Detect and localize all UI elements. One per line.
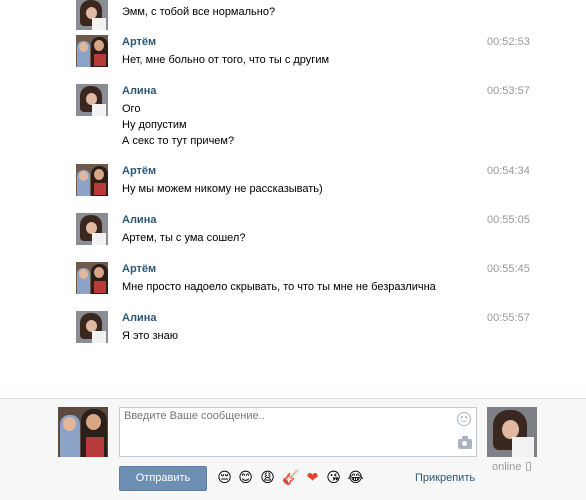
- emoji-weary-icon[interactable]: 😩: [259, 470, 276, 487]
- message-text: Я это знаю: [122, 328, 178, 344]
- message-text: Мне просто надоело скрывать, то что ты м…: [122, 279, 436, 295]
- avatar[interactable]: [76, 84, 108, 116]
- message-line: Ого: [122, 103, 141, 115]
- message-text: Артем, ты с ума сошел?: [122, 230, 245, 246]
- avatar[interactable]: [76, 213, 108, 245]
- message-line: Эмм, с тобой все нормально?: [122, 6, 276, 18]
- smile-icon[interactable]: [457, 412, 471, 426]
- emoji-kiss-icon[interactable]: 😘: [325, 470, 342, 487]
- message-input[interactable]: [120, 408, 458, 456]
- avatar[interactable]: [76, 311, 108, 343]
- message-author[interactable]: Артём: [122, 262, 156, 276]
- message-author[interactable]: Алина: [122, 213, 156, 227]
- mobile-icon: [526, 462, 531, 471]
- emoji-pensive-icon[interactable]: 😔: [216, 470, 233, 487]
- compose-panel: online Отправить 😔 😊 😩 🎸 ❤ 😘 😂 Прикрепит…: [0, 398, 586, 500]
- message-text: Ого Ну допустим А секс то тут причем?: [122, 101, 234, 149]
- chat-history: Эмм, с тобой все нормально? Артём 00:52:…: [0, 0, 586, 398]
- message-line: Мне просто надоело скрывать, то что ты м…: [122, 281, 436, 293]
- message-line: А секс то тут причем?: [122, 135, 235, 147]
- camera-icon[interactable]: [458, 436, 472, 449]
- message-line: Я это знаю: [122, 330, 178, 342]
- message-input-box: [119, 407, 477, 457]
- send-button[interactable]: Отправить: [119, 466, 207, 491]
- message-time[interactable]: 00:55:05: [487, 213, 530, 227]
- self-avatar[interactable]: [58, 407, 108, 457]
- online-status: online: [492, 461, 522, 473]
- message-time[interactable]: 00:54:34: [487, 164, 530, 178]
- avatar[interactable]: [76, 0, 108, 30]
- message-text: Ну мы можем никому не рассказывать): [122, 181, 323, 197]
- message-line: Ну допустим: [122, 119, 187, 131]
- message-line: Нет, мне больно от того, что ты с другим: [122, 54, 330, 66]
- emoji-joy-icon[interactable]: 😂: [347, 470, 364, 487]
- emoji-guitar-icon[interactable]: 🎸: [282, 470, 299, 487]
- message-text: Нет, мне больно от того, что ты с другим: [122, 52, 329, 68]
- message-line: Ну мы можем никому не рассказывать): [122, 183, 323, 195]
- message-time[interactable]: 00:55:45: [487, 262, 530, 276]
- peer-avatar[interactable]: [487, 407, 537, 457]
- message-time[interactable]: 00:52:53: [487, 35, 530, 49]
- message-author[interactable]: Артём: [122, 164, 156, 178]
- message-author[interactable]: Алина: [122, 84, 156, 98]
- message-time[interactable]: 00:53:57: [487, 84, 530, 98]
- message-text: Эмм, с тобой все нормально?: [122, 4, 275, 20]
- message-line: Артем, ты с ума сошел?: [122, 232, 246, 244]
- message-author[interactable]: Алина: [122, 311, 156, 325]
- message-time[interactable]: 00:55:57: [487, 311, 530, 325]
- avatar[interactable]: [76, 164, 108, 196]
- message-author[interactable]: Артём: [122, 35, 156, 49]
- emoji-heart-icon[interactable]: ❤: [304, 470, 321, 487]
- attach-link[interactable]: Прикрепить: [415, 472, 475, 484]
- emoji-smile-icon[interactable]: 😊: [237, 470, 254, 487]
- avatar[interactable]: [76, 35, 108, 67]
- avatar[interactable]: [76, 262, 108, 294]
